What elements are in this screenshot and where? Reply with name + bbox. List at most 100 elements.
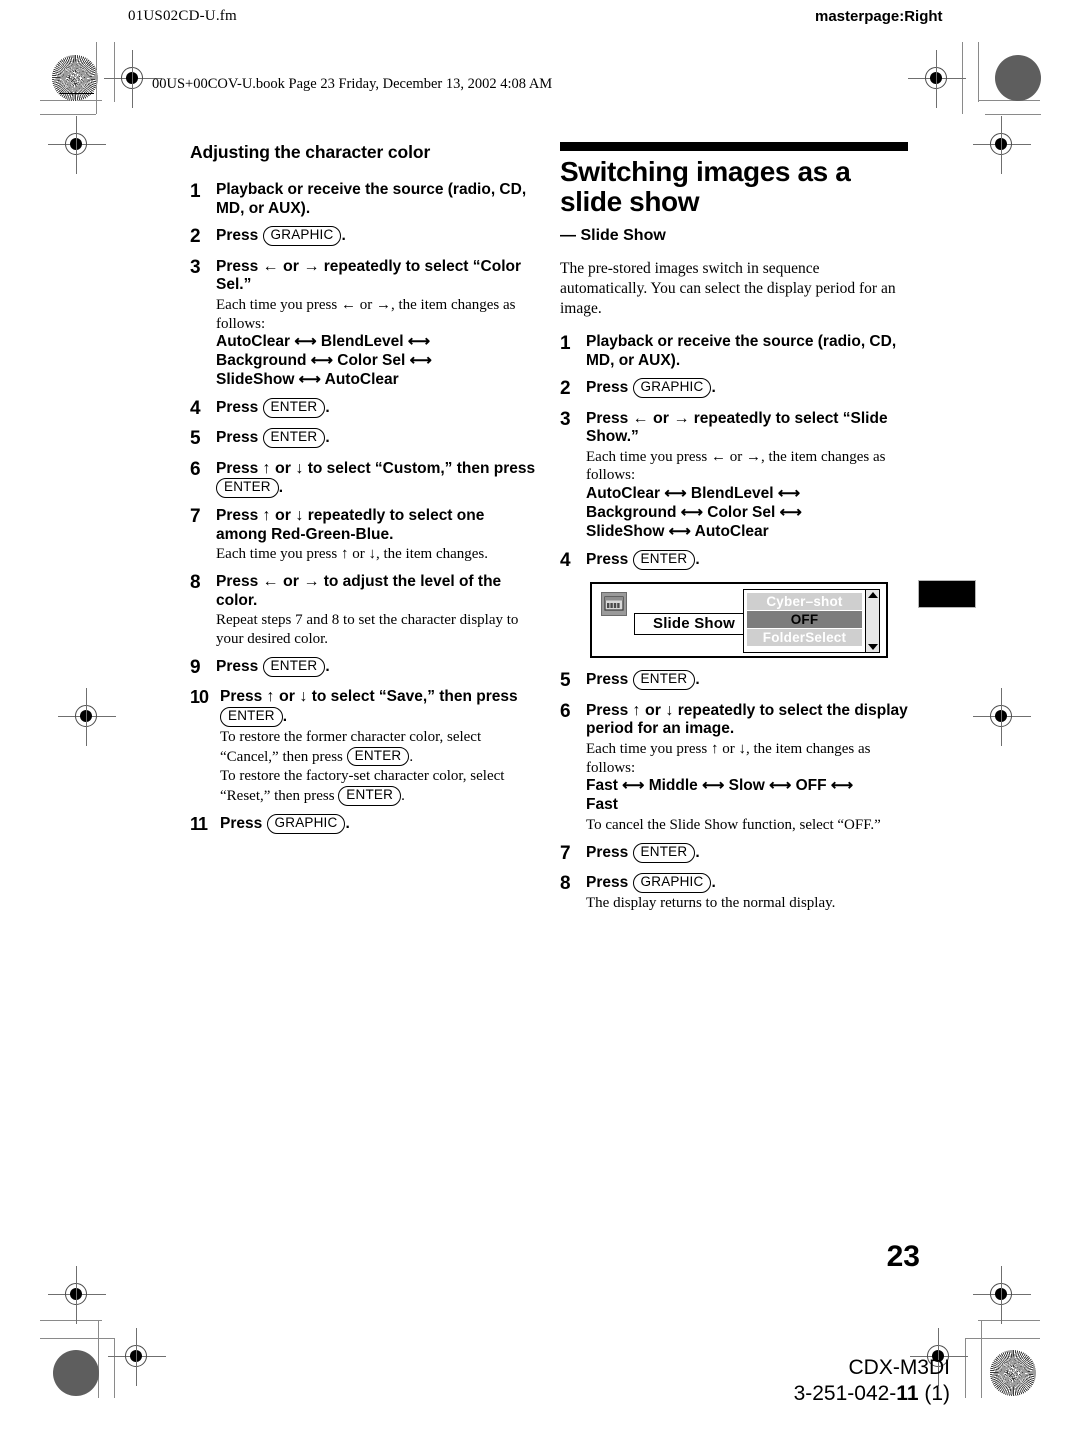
crop-line-bl-v1 xyxy=(98,1320,99,1398)
step-text-tail: . xyxy=(695,844,700,862)
crop-line-tr-v1 xyxy=(978,42,979,102)
step-number: 3 xyxy=(190,256,201,278)
step-number: 8 xyxy=(560,873,571,895)
key-enter[interactable]: ENTER xyxy=(262,398,326,418)
step-text-tail: . xyxy=(695,550,700,568)
chain-line: AutoClear ⟷ BlendLevel ⟷ xyxy=(586,485,801,503)
key-enter[interactable]: ENTER xyxy=(262,428,326,449)
left-right-arrow-icon: ← or → xyxy=(632,409,690,427)
step-text-tail: . xyxy=(345,815,350,833)
step-number: 4 xyxy=(190,398,201,419)
step-number: 8 xyxy=(190,572,201,594)
left-right-arrow-icon: ← or → xyxy=(262,257,320,275)
step-text-tail: . xyxy=(325,657,330,675)
step-l8: 8 Press ← or → to adjust the level of th… xyxy=(190,572,538,649)
header-underline-rule xyxy=(60,93,94,94)
scroll-up-arrow-icon[interactable] xyxy=(867,592,878,599)
display-option-list[interactable]: Cyber–shot OFF FolderSelect xyxy=(743,589,880,654)
step-note: Each time you press ↑ or ↓, the item cha… xyxy=(586,740,871,776)
key-enter[interactable]: ENTER xyxy=(338,786,402,807)
up-down-arrow-icon: ↑ or ↓ xyxy=(266,688,308,706)
solid-circle-mark-bottom-left xyxy=(53,1350,99,1396)
step-number: 7 xyxy=(190,506,201,528)
display-scrollbar[interactable] xyxy=(865,590,879,653)
chain-line: Background ⟷ Color Sel ⟷ xyxy=(586,504,802,522)
step-l7: 7 Press ↑ or ↓ repeatedly to select one … xyxy=(190,506,538,564)
step-text: Press xyxy=(216,399,263,416)
key-enter[interactable]: ENTER xyxy=(346,746,410,767)
key-graphic[interactable]: GRAPHIC xyxy=(262,226,342,247)
step-r7: 7 Press ENTER. xyxy=(560,843,908,865)
key-enter[interactable]: ENTER xyxy=(632,843,696,863)
key-enter[interactable]: ENTER xyxy=(216,478,279,499)
key-graphic[interactable]: GRAPHIC xyxy=(632,873,712,894)
step-number: 1 xyxy=(560,332,571,354)
step-text: Press xyxy=(586,409,633,427)
crop-line-tl-v2 xyxy=(114,42,115,102)
document-code: 3-251-042-11 (1) xyxy=(794,1381,950,1407)
crop-line-br-h2 xyxy=(965,1338,1040,1339)
key-enter[interactable]: ENTER xyxy=(220,706,283,727)
crop-line-br-v1 xyxy=(981,1320,982,1398)
step-number: 6 xyxy=(190,458,201,480)
scroll-down-arrow-icon[interactable] xyxy=(867,644,878,651)
step-text-mid: to select “Custom,” then press xyxy=(303,459,536,477)
list-item-cyber-shot[interactable]: Cyber–shot xyxy=(747,593,862,611)
key-enter[interactable]: ENTER xyxy=(632,549,696,570)
crop-line-tr-h1 xyxy=(978,100,1040,101)
registration-mark-top-right-b xyxy=(973,116,1031,174)
key-graphic[interactable]: GRAPHIC xyxy=(266,814,346,834)
step-l11: 11 Press GRAPHIC. xyxy=(190,814,538,835)
step-text: Press xyxy=(586,874,633,892)
step-r8: 8 Press GRAPHIC. The display returns to … xyxy=(560,873,908,913)
step-number: 4 xyxy=(560,549,571,571)
registration-mark-mid-right xyxy=(973,688,1031,746)
up-down-arrow-icon: ↑ or ↓ xyxy=(632,701,674,719)
header-bookline: 00US+00COV-U.book Page 23 Friday, Decemb… xyxy=(152,76,553,92)
step-text: Press xyxy=(586,550,633,568)
step-text: Playback or receive the source (radio, C… xyxy=(216,181,527,217)
step-r4: 4 Press ENTER. xyxy=(560,549,908,572)
step-r1: 1 Playback or receive the source (radio,… xyxy=(560,333,908,370)
step-number: 5 xyxy=(190,428,201,450)
key-enter[interactable]: ENTER xyxy=(632,670,696,691)
list-item-off-selected[interactable]: OFF xyxy=(747,611,862,629)
step-number: 6 xyxy=(560,700,571,722)
step-text-mid: to select “Save,” then press xyxy=(307,688,518,706)
step-r6: 6 Press ↑ or ↓ repeatedly to select the … xyxy=(560,701,908,835)
header-masterpage: masterpage:Right xyxy=(815,8,943,25)
step-l10: 10 Press ↑ or ↓ to select “Save,” then p… xyxy=(190,687,538,807)
step-text: Press xyxy=(220,815,267,833)
step-l4: 4 Press ENTER. xyxy=(190,398,538,420)
chapter-subtitle: — Slide Show xyxy=(560,227,666,245)
left-right-arrow-icon: ← or → xyxy=(262,573,320,591)
starburst-mark-top-left xyxy=(52,55,98,101)
step-text: Press xyxy=(216,507,263,525)
page-number: 23 xyxy=(886,1240,920,1273)
step-note: The display returns to the normal displa… xyxy=(586,895,836,912)
step-number: 11 xyxy=(190,814,208,835)
slide-show-display-icon xyxy=(601,592,627,617)
key-enter[interactable]: ENTER xyxy=(262,656,326,677)
crop-line-bl-v2 xyxy=(114,1338,115,1398)
step-text-tail: . xyxy=(711,874,716,892)
step-note: Each time you press ↑ or ↓, the item cha… xyxy=(216,546,489,563)
step-note: Each time you press ← or →, the item cha… xyxy=(586,448,886,484)
code-suffix: (1) xyxy=(918,1382,950,1406)
list-item-folder-select[interactable]: FolderSelect xyxy=(747,629,862,647)
display-label-slide-show: Slide Show xyxy=(634,613,754,636)
chain-line: AutoClear ⟷ BlendLevel ⟷ xyxy=(216,333,431,351)
step-text: Press xyxy=(216,459,263,477)
registration-mark-mid-left xyxy=(58,688,116,746)
step-text-tail: . xyxy=(325,399,330,416)
step-l6: 6 Press ↑ or ↓ to select “Custom,” then … xyxy=(190,458,538,499)
chapter-rule xyxy=(560,142,908,151)
step-l5: 5 Press ENTER. xyxy=(190,428,538,450)
crop-line-br-v2 xyxy=(965,1338,966,1398)
footer-model-block: CDX-M3DI 3-251-042-11 (1) xyxy=(794,1355,950,1408)
key-graphic[interactable]: GRAPHIC xyxy=(632,378,712,399)
registration-mark-bottom-right-a xyxy=(973,1266,1031,1324)
step-l2: 2 Press GRAPHIC. xyxy=(190,226,538,248)
step-text: Press xyxy=(216,657,263,675)
registration-mark-bottom-left-a xyxy=(48,1266,106,1324)
